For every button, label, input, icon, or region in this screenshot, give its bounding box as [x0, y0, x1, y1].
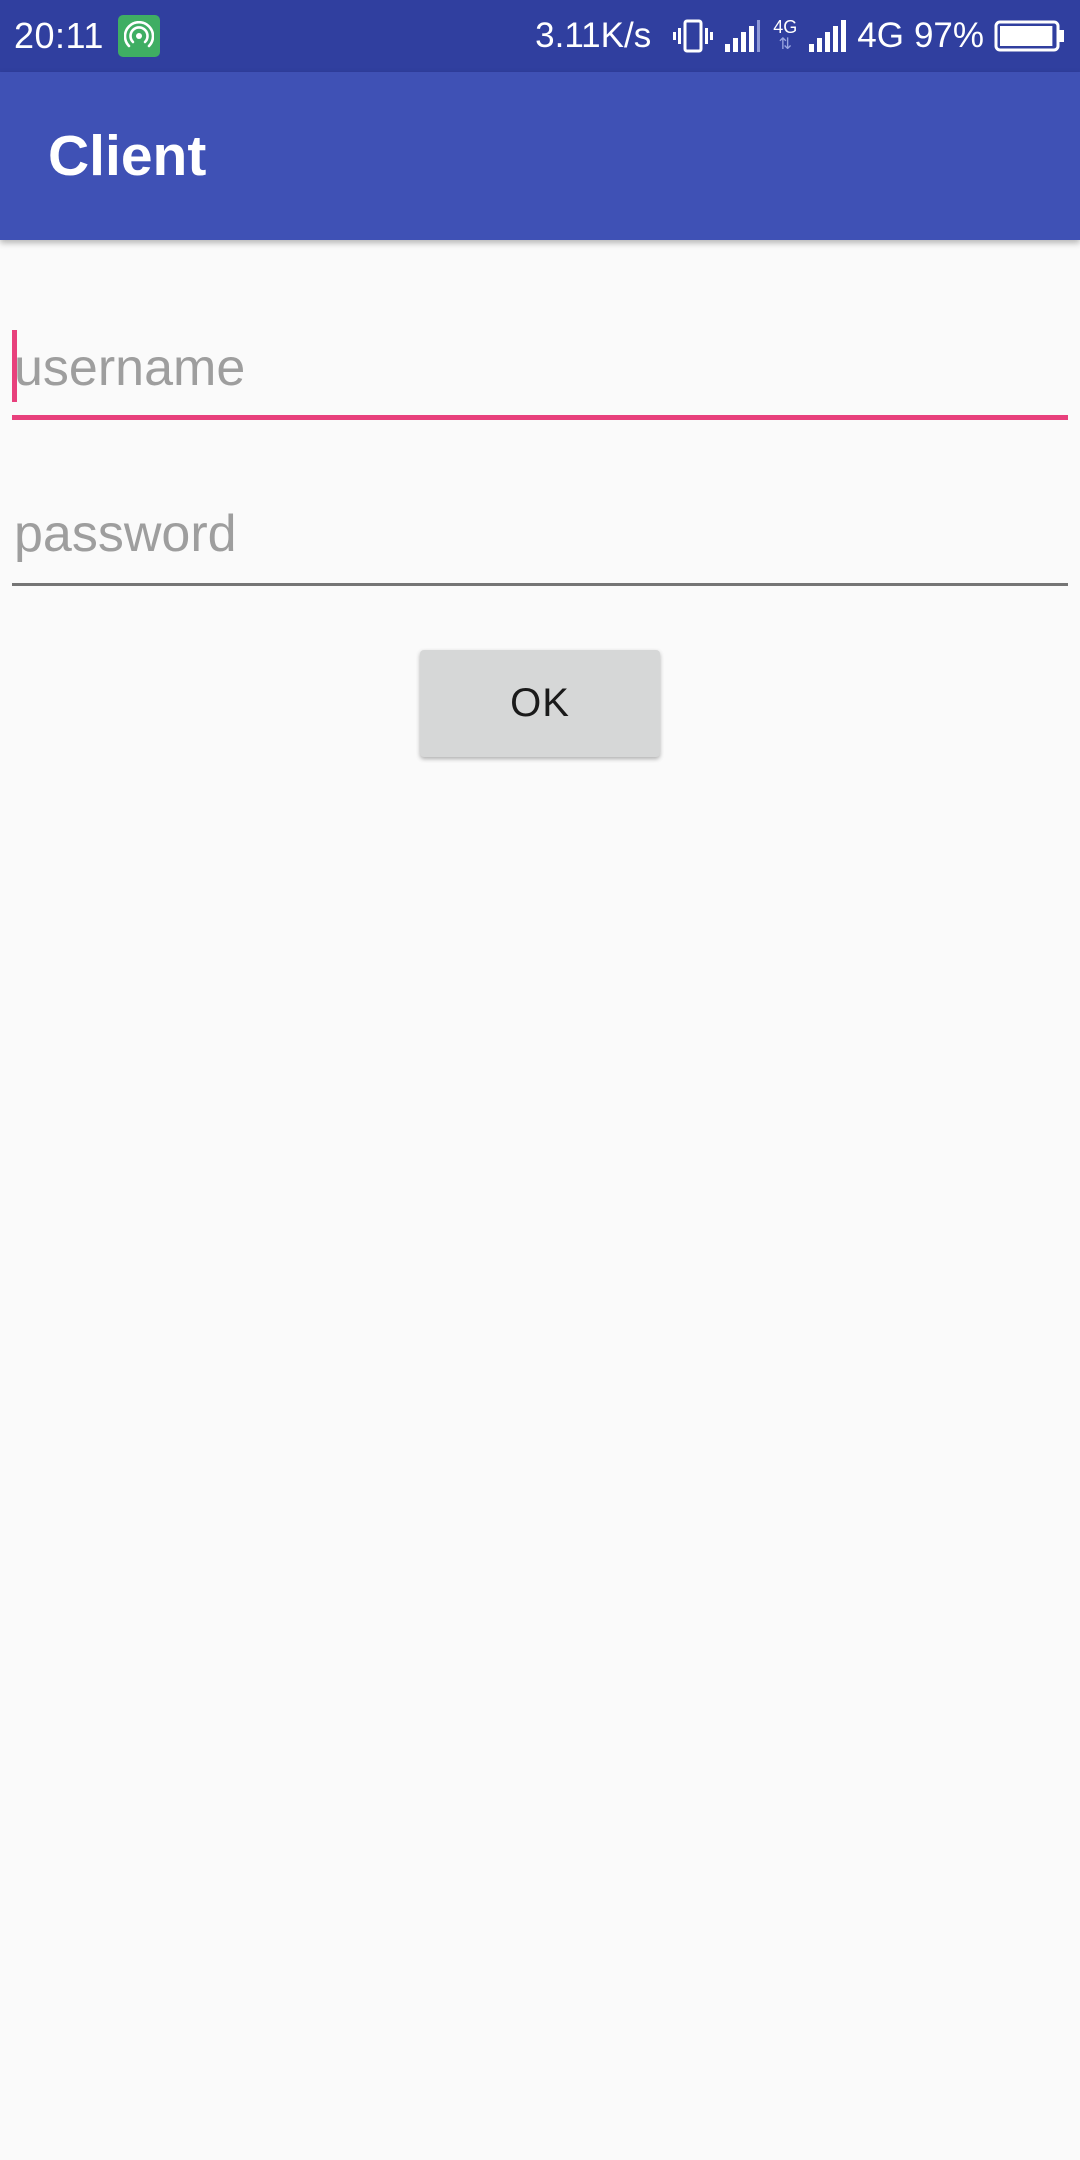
- status-left: 20:11: [14, 15, 160, 57]
- status-time: 20:11: [14, 15, 104, 56]
- battery-icon: [994, 18, 1066, 54]
- username-underline: [12, 415, 1068, 420]
- network-speed: 3.11K/s: [535, 16, 652, 55]
- status-bar: 20:11 3.11K/s 4G ⇅ 4G 97%: [0, 0, 1080, 72]
- signal-icon: [723, 18, 763, 54]
- ok-button[interactable]: OK: [420, 650, 660, 757]
- username-field-container: [12, 328, 1068, 420]
- password-underline: [12, 583, 1068, 586]
- password-field-container: [12, 494, 1068, 586]
- status-right: 3.11K/s 4G ⇅ 4G 97%: [535, 16, 1066, 56]
- secondary-network-label: 4G: [773, 17, 798, 37]
- username-input[interactable]: [12, 328, 1068, 408]
- hotspot-icon: [117, 15, 160, 57]
- app-title: Client: [48, 124, 207, 188]
- vibrate-icon: [673, 18, 714, 54]
- secondary-network-indicator: 4G ⇅: [773, 18, 797, 54]
- signal-icon: [807, 18, 847, 54]
- network-type: 4G: [857, 16, 904, 55]
- app-bar: Client: [0, 72, 1080, 240]
- text-cursor: [12, 330, 17, 402]
- data-arrows-icon: ⇅: [778, 36, 792, 53]
- battery-percent: 97%: [913, 16, 984, 55]
- password-input[interactable]: [12, 494, 1068, 574]
